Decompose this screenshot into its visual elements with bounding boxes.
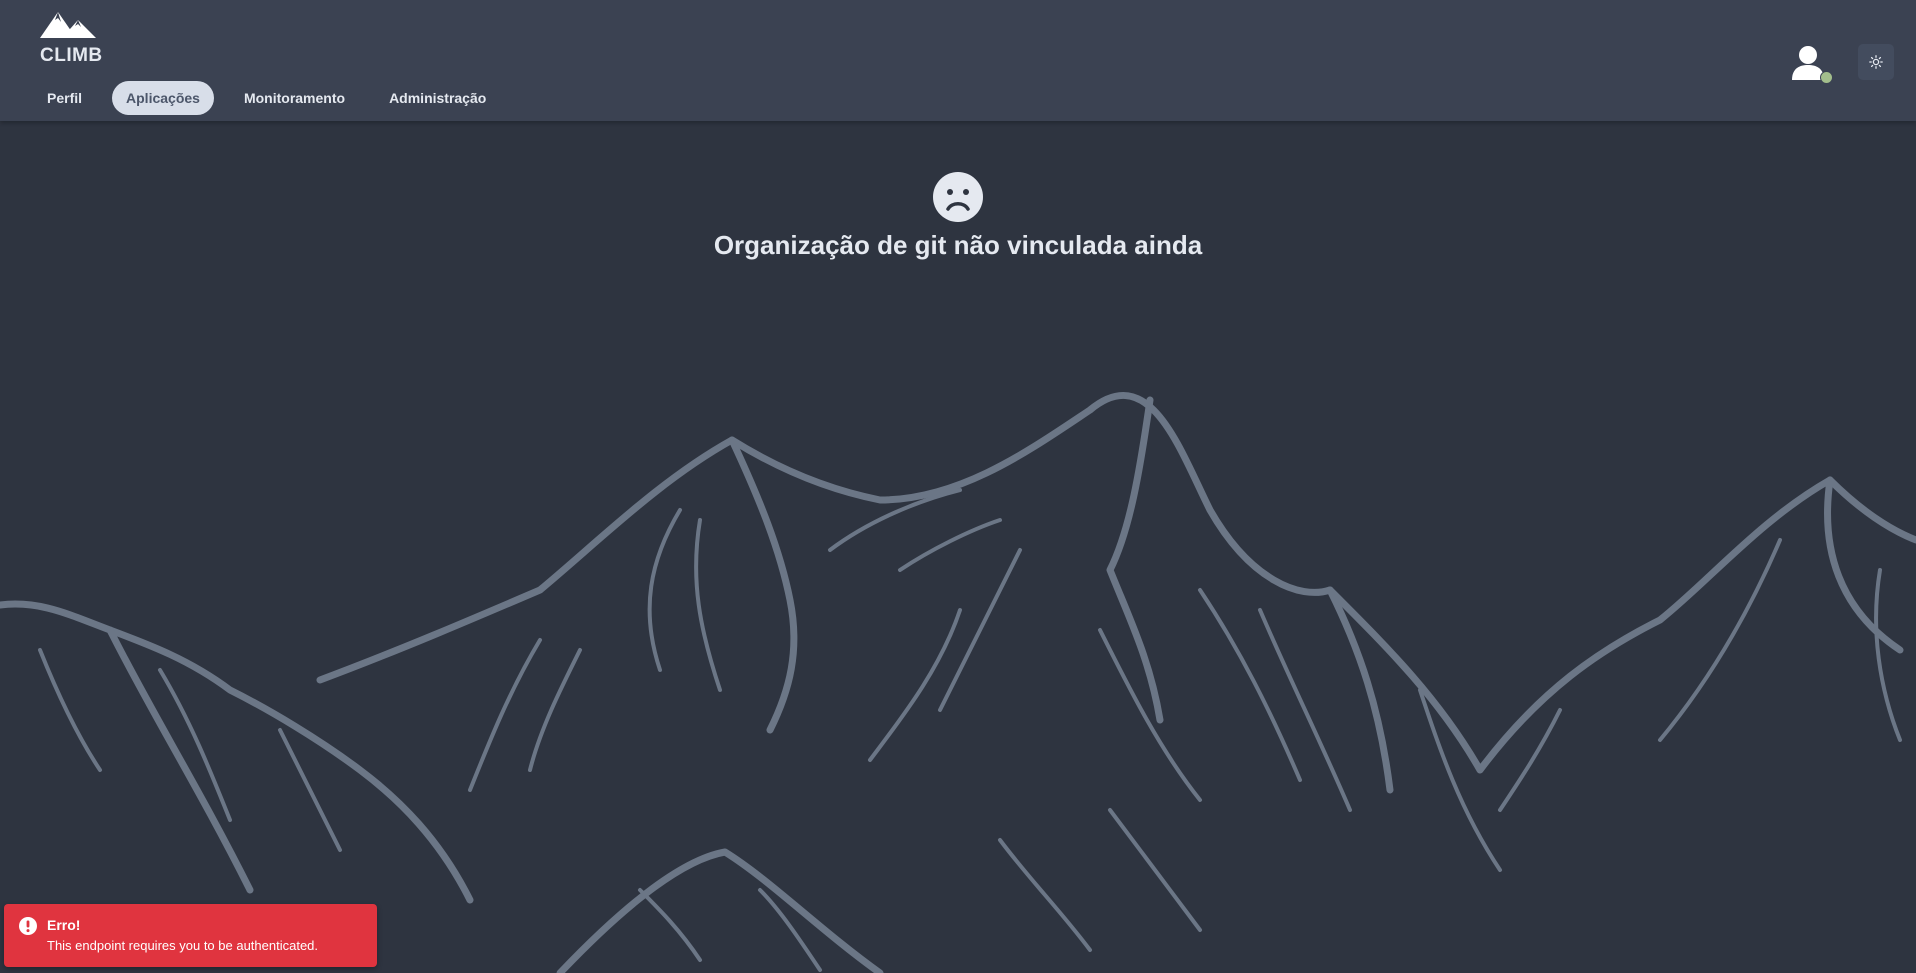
app-page: CLIMB Perfil Aplicações Monitoramento Ad…: [0, 0, 1916, 973]
mountain-illustration: [0, 392, 1916, 973]
empty-state-title: Organização de git não vinculada ainda: [713, 230, 1203, 260]
tab-aplicacoes[interactable]: Aplicações: [112, 81, 214, 115]
toast-title: Erro!: [47, 917, 81, 933]
empty-state: Organização de git não vinculada ainda: [0, 172, 1916, 261]
sun-icon: [1869, 55, 1883, 69]
climb-logo[interactable]: CLIMB: [38, 8, 103, 66]
main-nav: Perfil Aplicações Monitoramento Administ…: [33, 81, 516, 115]
top-header: CLIMB Perfil Aplicações Monitoramento Ad…: [0, 0, 1916, 121]
tab-perfil[interactable]: Perfil: [33, 81, 96, 115]
theme-toggle-button[interactable]: [1858, 44, 1894, 80]
toast-message: This endpoint requires you to be authent…: [47, 938, 319, 953]
mountain-logo-icon: [40, 12, 96, 38]
tab-monitoramento[interactable]: Monitoramento: [230, 81, 359, 115]
online-status-dot: [1820, 71, 1833, 84]
logo-text: CLIMB: [40, 45, 103, 66]
sad-face-icon: [933, 172, 983, 222]
tab-administracao[interactable]: Administração: [375, 81, 500, 115]
exclamation-circle-icon: [19, 917, 37, 935]
error-toast[interactable]: Erro! This endpoint requires you to be a…: [4, 904, 377, 967]
